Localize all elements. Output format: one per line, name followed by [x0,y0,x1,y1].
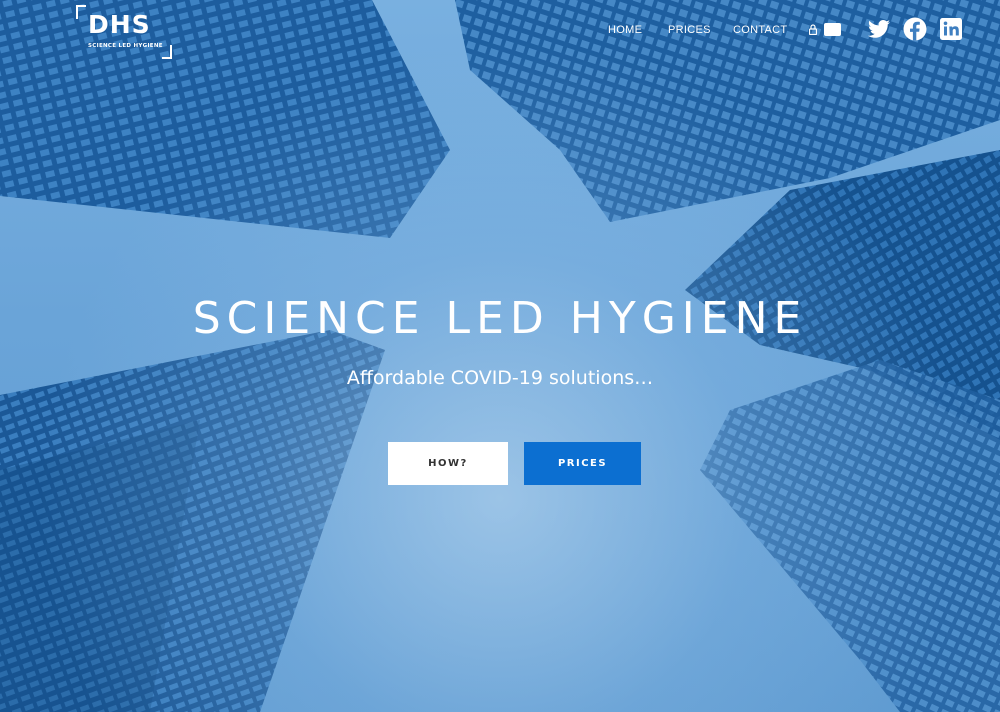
nav-prices[interactable]: PRICES [668,24,711,36]
nav-contact[interactable]: CONTACT [733,24,787,36]
twitter-icon[interactable] [867,17,891,41]
logo-corner-top-left [76,5,86,19]
prices-button[interactable]: PRICES [524,442,641,485]
logo-corner-bottom-right [162,45,172,59]
logo-text: DHS [88,10,151,39]
how-button[interactable]: HOW? [388,442,508,485]
hero-section [0,0,1000,712]
hero-background-image [0,0,1000,712]
site-logo[interactable]: DHS SCIENCE LED HYGIENE [76,5,172,59]
logo-tagline: SCIENCE LED HYGIENE [88,43,163,49]
hero-subtitle: Affordable COVID-19 solutions… [346,367,654,389]
language-flag-icon[interactable] [824,23,841,36]
linkedin-icon[interactable] [939,17,963,41]
hero-headline: SCIENCE LED HYGIENE [192,293,808,344]
building-top-left [0,0,450,238]
building-bottom-right [700,360,1000,712]
facebook-icon[interactable] [903,17,927,41]
lock-icon[interactable] [809,24,817,35]
nav-home[interactable]: HOME [608,24,642,36]
